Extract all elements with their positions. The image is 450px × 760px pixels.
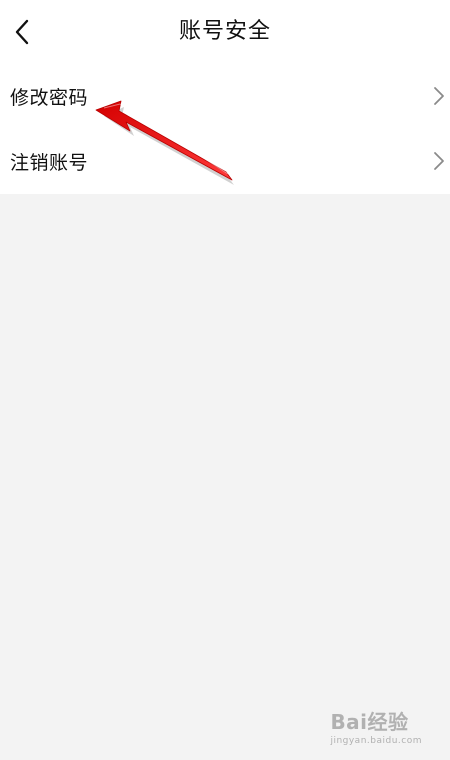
settings-menu: 修改密码 注销账号: [0, 64, 450, 194]
menu-item-delete-account[interactable]: 注销账号: [0, 128, 450, 194]
chevron-right-icon: [434, 152, 444, 170]
menu-item-change-password[interactable]: 修改密码: [0, 64, 450, 128]
menu-item-label: 注销账号: [10, 151, 89, 174]
chevron-right-icon: [434, 87, 444, 105]
menu-item-label: 修改密码: [10, 86, 89, 109]
app-header: 账号安全: [0, 0, 450, 64]
watermark-url: jingyan.baidu.com: [330, 736, 422, 746]
watermark: Bai经验 jingyan.baidu.com: [330, 706, 422, 746]
page-title: 账号安全: [178, 19, 271, 44]
watermark-brand: Bai经验: [330, 710, 409, 734]
watermark-logo: Bai经验: [330, 706, 422, 735]
